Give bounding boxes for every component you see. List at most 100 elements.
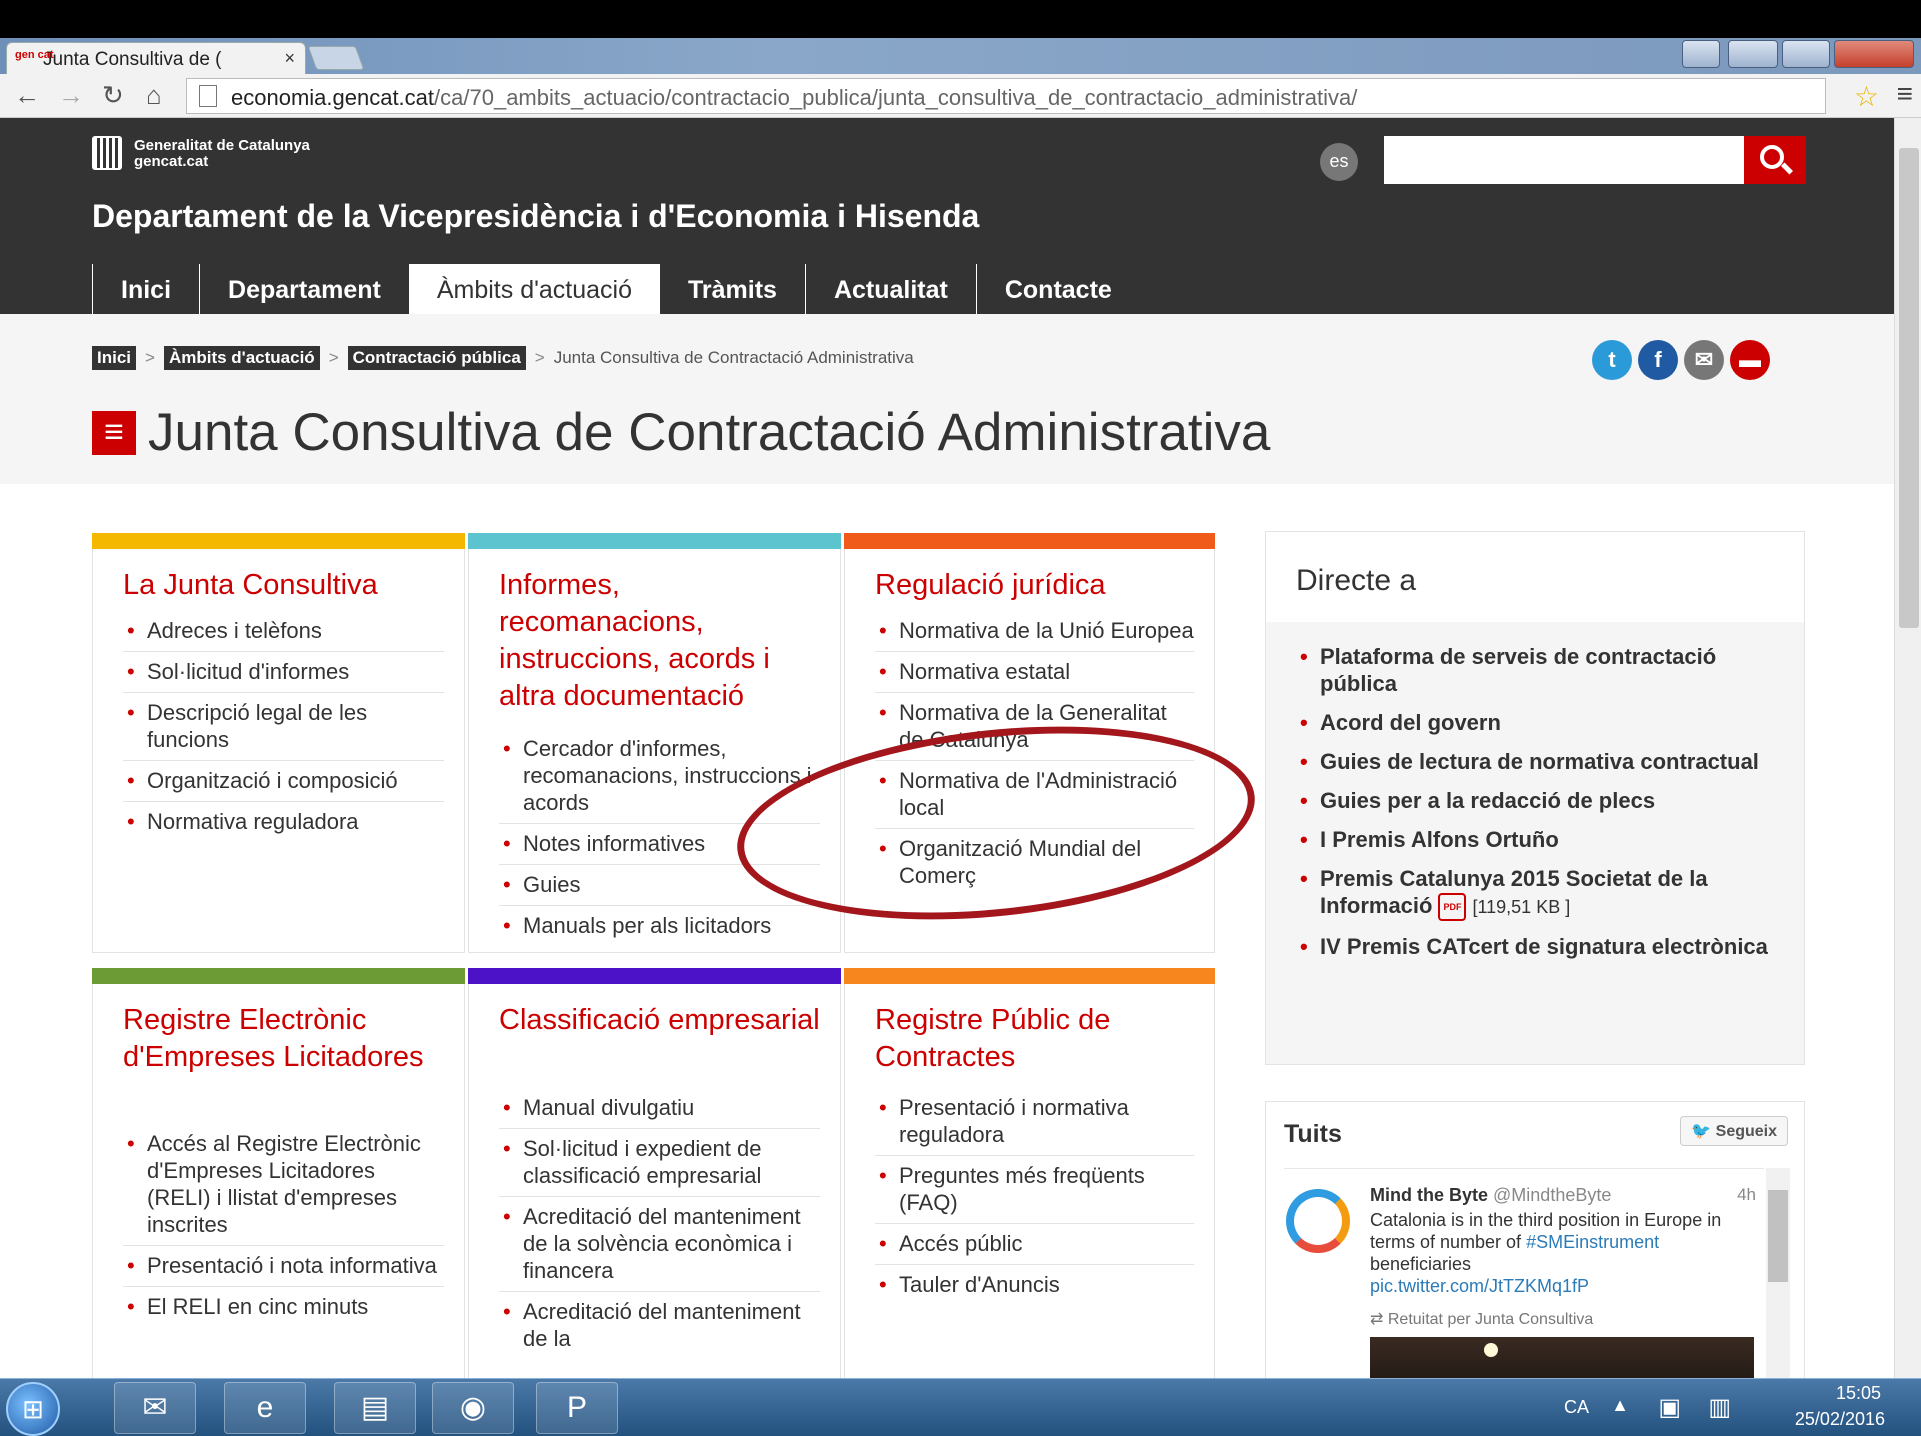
scrollbar-thumb[interactable]	[1899, 148, 1919, 628]
list-item[interactable]: Cercador d'informes, recomanacions, inst…	[499, 729, 820, 824]
input-language[interactable]: CA	[1564, 1397, 1589, 1418]
avatar[interactable]	[1286, 1189, 1350, 1253]
action-center-icon[interactable]: ▣	[1658, 1393, 1681, 1422]
tweet-author[interactable]: Mind the Byte	[1370, 1185, 1488, 1205]
clock-date[interactable]: 25/02/2016	[1795, 1409, 1885, 1430]
list-item[interactable]: Tauler d'Anuncis	[875, 1265, 1194, 1305]
list-item[interactable]: Acreditació del manteniment de la solvèn…	[499, 1197, 820, 1292]
list-item[interactable]: Normativa estatal	[875, 652, 1194, 693]
list-item[interactable]: Sol·licitud i expedient de classificació…	[499, 1129, 820, 1197]
list-item[interactable]: Normativa de la Unió Europea	[875, 611, 1194, 652]
list-item[interactable]: Preguntes més freqüents (FAQ)	[875, 1156, 1194, 1224]
list-item[interactable]: Organització Mundial del Comerç	[875, 829, 1194, 896]
list-item[interactable]: Adreces i telèfons	[123, 611, 444, 652]
list-item[interactable]: Acreditació del manteniment de la	[499, 1292, 820, 1359]
outlook-icon[interactable]: ✉	[114, 1382, 196, 1434]
breadcrumb-inici[interactable]: Inici	[92, 346, 137, 370]
nav-actualitat[interactable]: Actualitat	[804, 264, 976, 314]
pdf-icon[interactable]: PDF	[1438, 893, 1467, 922]
list-item[interactable]: Guies per a la redacció de plecs	[1296, 781, 1784, 820]
pic-link[interactable]: pic.twitter.com/JtTZKMq1fP	[1370, 1276, 1589, 1296]
nav-contacte[interactable]: Contacte	[975, 264, 1140, 314]
file-explorer-icon[interactable]: ▤	[334, 1382, 416, 1434]
list-item[interactable]: Normativa reguladora	[123, 802, 444, 842]
list-item[interactable]: Organització i composició	[123, 761, 444, 802]
clock-time[interactable]: 15:05	[1836, 1383, 1881, 1404]
list-item[interactable]: IV Premis CATcert de signatura electròni…	[1296, 927, 1784, 966]
list-item[interactable]: Acord del govern	[1296, 703, 1784, 742]
follow-button[interactable]: 🐦 Segueix	[1680, 1116, 1788, 1146]
list-item[interactable]: Notes informatives	[499, 824, 820, 865]
list-item[interactable]: Manuals per als licitadors	[499, 906, 820, 946]
search-button[interactable]	[1744, 136, 1806, 184]
nav-inici[interactable]: Inici	[92, 264, 199, 314]
card-title[interactable]: La Junta Consultiva	[123, 567, 444, 604]
minimize-button[interactable]	[1728, 40, 1778, 68]
maximize-button[interactable]	[1782, 40, 1830, 68]
nav-tramits[interactable]: Tràmits	[660, 264, 805, 314]
nav-ambits-actuacio[interactable]: Àmbits d'actuació	[408, 264, 660, 314]
list-item[interactable]: Accés al Registre Electrònic d'Empreses …	[123, 1124, 444, 1246]
hashtag-link[interactable]: #SMEinstrument	[1526, 1232, 1659, 1252]
search-input[interactable]	[1384, 136, 1744, 184]
email-icon[interactable]: ✉	[1684, 340, 1724, 380]
user-icon[interactable]	[1682, 40, 1720, 68]
list-item[interactable]: Guies de lectura de normativa contractua…	[1296, 742, 1784, 781]
home-icon[interactable]: ⌂	[146, 80, 162, 111]
internet-explorer-icon[interactable]: e	[224, 1382, 306, 1434]
list-item[interactable]: Presentació i normativa reguladora	[875, 1088, 1194, 1156]
logo-line1: Generalitat de Catalunya	[134, 137, 310, 154]
card-title[interactable]: Registre Públic de Contractes	[875, 1002, 1194, 1076]
back-icon[interactable]: ←	[14, 80, 40, 111]
web-page: Generalitat de Catalunya gencat.cat es De…	[0, 118, 1894, 1378]
tab-close-icon[interactable]: ×	[284, 48, 295, 69]
reload-icon[interactable]: ↻	[102, 80, 124, 111]
list-item[interactable]: Descripció legal de les funcions	[123, 693, 444, 761]
tweets-scrollbar[interactable]	[1766, 1168, 1790, 1378]
url-input[interactable]: economia.gencat.cat/ca/70_ambits_actuaci…	[186, 78, 1826, 114]
tweet-time[interactable]: 4h	[1737, 1185, 1756, 1205]
windows-taskbar: ⊞ ✉ e ▤ ◉ P CA ▲ ▣ ▥ 15:05 25/02/2016	[0, 1378, 1921, 1436]
breadcrumb-separator: >	[534, 348, 545, 367]
list-item[interactable]: Normativa de la Generalitat de Catalunya	[875, 693, 1194, 761]
card-title[interactable]: Registre Electrònic d'Empreses Licitador…	[123, 1002, 444, 1076]
list-item[interactable]: Manual divulgatiu	[499, 1088, 820, 1129]
card-title[interactable]: Regulació jurídica	[875, 567, 1194, 604]
new-tab-button[interactable]	[307, 46, 365, 70]
language-es-button[interactable]: es	[1320, 143, 1358, 181]
breadcrumb-ambits[interactable]: Àmbits d'actuació	[163, 346, 320, 370]
list-item[interactable]: El RELI en cinc minuts	[123, 1287, 444, 1327]
chrome-icon[interactable]: ◉	[432, 1382, 514, 1434]
twitter-icon[interactable]: t	[1592, 340, 1632, 380]
list-item[interactable]: Normativa de l'Administració local	[875, 761, 1194, 829]
browser-tab[interactable]: gen cat Junta Consultiva de ( ×	[6, 42, 306, 74]
list-item[interactable]: Presentació i nota informativa	[123, 1246, 444, 1287]
card-color-bar	[468, 968, 841, 984]
list-item-premis-catalunya[interactable]: Premis Catalunya 2015 Societat de la Inf…	[1296, 859, 1784, 927]
start-button[interactable]: ⊞	[6, 1382, 60, 1436]
card-title[interactable]: Classificació empresarial	[499, 1002, 820, 1039]
bookmark-star-icon[interactable]: ☆	[1854, 80, 1879, 113]
tweet-text-tail: beneficiaries	[1370, 1254, 1472, 1274]
list-item[interactable]: Sol·licitud d'informes	[123, 652, 444, 693]
nav-departament[interactable]: Departament	[199, 264, 409, 314]
forward-icon[interactable]: →	[58, 80, 84, 111]
list-item[interactable]: Plataforma de serveis de contractació pú…	[1296, 637, 1784, 703]
menu-icon[interactable]: ≡	[92, 410, 136, 455]
tweet-image[interactable]	[1370, 1337, 1754, 1378]
print-icon[interactable]: ▬	[1730, 340, 1770, 380]
list-item[interactable]: I Premis Alfons Ortuño	[1296, 820, 1784, 859]
department-title[interactable]: Departament de la Vicepresidència i d'Ec…	[92, 198, 979, 235]
tray-arrow-icon[interactable]: ▲	[1611, 1395, 1629, 1416]
page-scrollbar[interactable]	[1894, 118, 1921, 1378]
facebook-icon[interactable]: f	[1638, 340, 1678, 380]
list-item[interactable]: Guies	[499, 865, 820, 906]
browser-menu-icon[interactable]: ≡	[1897, 78, 1913, 110]
breadcrumb-contractacio[interactable]: Contractació pública	[347, 346, 526, 370]
card-title[interactable]: Informes, recomanacions, instruccions, a…	[499, 567, 820, 715]
close-window-button[interactable]	[1834, 40, 1914, 68]
powerpoint-icon[interactable]: P	[536, 1382, 618, 1434]
list-item[interactable]: Accés públic	[875, 1224, 1194, 1265]
tweet-handle[interactable]: @MindtheByte	[1493, 1185, 1611, 1205]
network-icon[interactable]: ▥	[1708, 1393, 1731, 1422]
